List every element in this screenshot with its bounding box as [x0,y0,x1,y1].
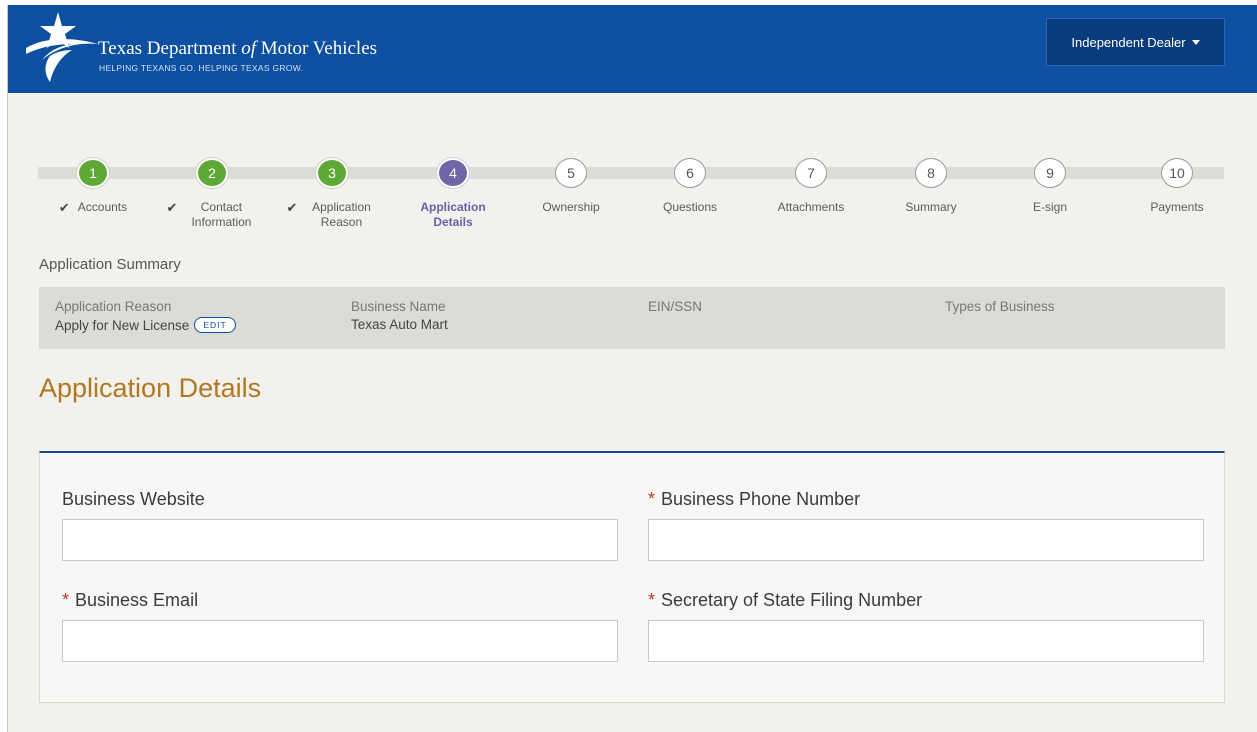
checkmark-icon: ✔ [286,200,298,215]
step-label: ✔ Contact Information [152,200,272,230]
step-label-text: Accounts [77,200,128,214]
step-number-circle: 8 [915,158,947,188]
step-10[interactable]: 10 Payments [1117,158,1237,215]
business-email-label: * Business Email [62,590,199,610]
business-website-label: Business Website [62,489,205,509]
summary-value: Texas Auto Mart [351,317,448,332]
texas-star-swoosh-icon[interactable] [20,8,102,86]
brand-tagline: HELPING TEXANS GO. HELPING TEXAS GROW. [99,63,304,73]
step-label: Questions [630,200,750,215]
step-1[interactable]: 1 ✔ Accounts [33,158,153,215]
step-4[interactable]: 4 Application Details [393,158,513,230]
summary-label: EIN/SSN [648,299,703,314]
role-dropdown-button[interactable]: Independent Dealer [1046,18,1225,66]
brand-title-of: of [241,38,257,59]
step-number-circle: 2 [196,158,228,188]
step-number-circle: 5 [555,158,587,188]
step-7[interactable]: 7 Attachments [751,158,871,215]
app-frame: Texas Department of Motor Vehicles HELPI… [7,5,1257,732]
step-label: Payments [1117,200,1237,215]
summary-application-reason: Application Reason Apply for New License… [55,299,236,333]
summary-types-of-business: Types of Business [945,299,1055,317]
step-8[interactable]: 8 Summary [871,158,991,215]
step-label: Attachments [751,200,871,215]
step-label-text: Questions [662,200,718,214]
summary-ein-ssn: EIN/SSN [648,299,702,317]
step-number-circle: 7 [795,158,827,188]
step-label: ✔ Accounts [33,200,153,215]
application-summary-title: Application Summary [39,256,181,273]
step-number-circle: 3 [316,158,348,188]
required-marker: * [648,590,656,610]
brand-title-prefix: Texas Department [98,38,237,59]
summary-label: Types of Business [945,299,1055,314]
step-number-circle: 1 [77,158,109,188]
step-label-text: Payments [1150,200,1204,214]
business-phone-label: * Business Phone Number [648,489,861,509]
summary-value: Apply for New License [55,317,190,333]
step-9[interactable]: 9 E-sign [990,158,1110,215]
checkmark-icon: ✔ [58,200,70,215]
step-number-circle: 10 [1161,158,1193,188]
application-details-form: Business Website * Business Phone Number … [39,451,1225,703]
step-number-circle: 6 [674,158,706,188]
checkmark-icon: ✔ [166,200,178,215]
required-marker: * [648,489,656,509]
step-label-text: Attachments [777,200,845,214]
step-label-text: Summary [905,200,957,214]
step-label-text: Ownership [542,200,600,214]
site-header: Texas Department of Motor Vehicles HELPI… [8,5,1257,93]
step-label: Summary [871,200,991,215]
step-label-text: E-sign [1032,200,1067,214]
business-website-input[interactable] [62,519,618,561]
step-label-text: Contact Information [191,200,252,229]
summary-business-name: Business Name Texas Auto Mart [351,299,448,332]
sos-filing-number-input[interactable] [648,620,1204,662]
step-label: Ownership [511,200,631,215]
step-label: ✔ Application Reason [272,200,392,230]
step-3[interactable]: 3 ✔ Application Reason [272,158,392,230]
brand-title-suffix: Motor Vehicles [260,38,378,59]
summary-label: Business Name [351,299,446,314]
business-phone-input[interactable] [648,519,1204,561]
required-marker: * [62,590,70,610]
step-label: E-sign [990,200,1110,215]
step-number-circle: 9 [1034,158,1066,188]
caret-down-icon [1191,39,1200,45]
step-label: Application Details [393,200,513,230]
summary-label: Application Reason [55,299,172,314]
page-title: Application Details [39,373,262,403]
step-5[interactable]: 5 Ownership [511,158,631,215]
step-label-text: Application Reason [312,200,371,229]
business-email-input[interactable] [62,620,618,662]
step-number-circle: 4 [437,158,469,188]
brand-title[interactable]: Texas Department of Motor Vehicles [98,38,377,60]
sos-filing-number-label: * Secretary of State Filing Number [648,590,923,610]
role-dropdown-label: Independent Dealer [1071,34,1186,50]
step-label-text: Application Details [420,200,486,229]
application-summary: Application Reason Apply for New License… [39,287,1225,349]
step-2[interactable]: 2 ✔ Contact Information [152,158,272,230]
step-6[interactable]: 6 Questions [630,158,750,215]
edit-reason-button[interactable]: EDIT [194,317,236,333]
